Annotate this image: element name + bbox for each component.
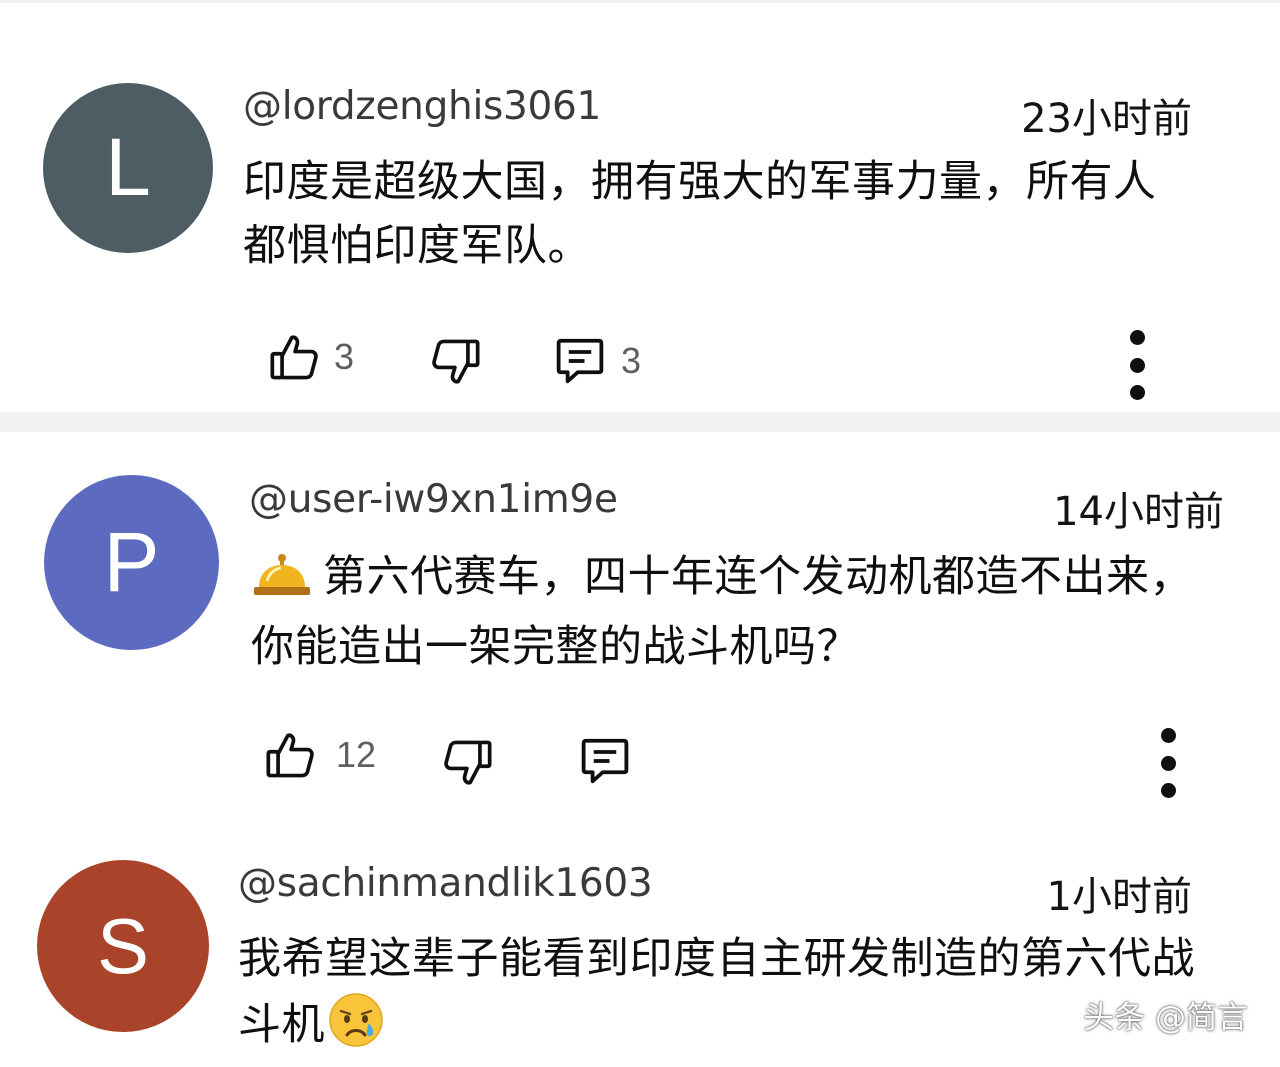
- comment-author[interactable]: @user-iw9xn1im9e: [249, 477, 618, 522]
- like-button[interactable]: 3: [268, 331, 354, 383]
- section-divider: [0, 412, 1280, 432]
- comment-icon: [581, 738, 629, 784]
- thumbs-up-icon: [266, 733, 314, 778]
- reply-count: 3: [621, 340, 642, 381]
- dislike-button[interactable]: [430, 336, 482, 388]
- comment-time: 23小时前: [1021, 96, 1192, 142]
- watermark: 头条 @简言: [1083, 1000, 1248, 1036]
- comment-text: 印度是超级大国，拥有强大的军事力量，所有人都惧怕印度军队。: [243, 157, 1157, 271]
- comment-icon: [556, 338, 604, 384]
- more-vertical-icon: [1160, 728, 1176, 743]
- like-count: 3: [334, 336, 355, 377]
- like-button[interactable]: 12: [264, 729, 376, 781]
- avatar[interactable]: P: [44, 475, 219, 650]
- crying-face-emoji: [327, 991, 385, 1067]
- comment-3: S @sachinmandlik1603 1小时前 我希望这辈子能看到印度自主研…: [0, 822, 1280, 1065]
- more-options-button[interactable]: [1117, 330, 1157, 400]
- comment-author[interactable]: @sachinmandlik1603: [238, 861, 653, 906]
- avatar[interactable]: L: [43, 83, 213, 253]
- reply-button[interactable]: [578, 734, 632, 788]
- comment-body: 第六代赛车，四十年连个发动机都造不出来，你能造出一架完整的战斗机吗？: [251, 552, 1193, 672]
- comment-time: 14小时前: [1053, 489, 1224, 535]
- comment-time: 1小时前: [1046, 874, 1192, 920]
- comment-2: P @user-iw9xn1im9e 14小时前 第六代赛车，四十年连个发动机都…: [0, 432, 1280, 822]
- avatar-letter: S: [96, 901, 150, 990]
- thumbs-down-icon: [432, 339, 480, 384]
- thumbs-up-icon: [270, 335, 318, 380]
- comment-1: L @lordzenghis3061 23小时前 印度是超级大国，拥有强大的军事…: [0, 0, 1280, 412]
- reply-button[interactable]: 3: [553, 334, 641, 388]
- more-options-button[interactable]: [1148, 728, 1188, 798]
- dislike-button[interactable]: [442, 737, 494, 789]
- thumbs-down-icon: [444, 740, 492, 785]
- comment-text: 第六代赛车，四十年连个发动机都造不出来，你能造出一架完整的战斗机吗？: [251, 545, 1211, 679]
- bellhop-bell-emoji: [251, 551, 313, 615]
- avatar[interactable]: S: [37, 860, 209, 1032]
- comment-text: 我希望这辈子能看到印度自主研发制造的第六代战斗机: [238, 927, 1198, 1067]
- avatar-letter: P: [103, 515, 160, 609]
- like-count: 12: [336, 734, 377, 775]
- comment-author[interactable]: @lordzenghis3061: [243, 84, 601, 129]
- avatar-letter: L: [105, 122, 151, 213]
- more-vertical-icon: [1129, 330, 1145, 345]
